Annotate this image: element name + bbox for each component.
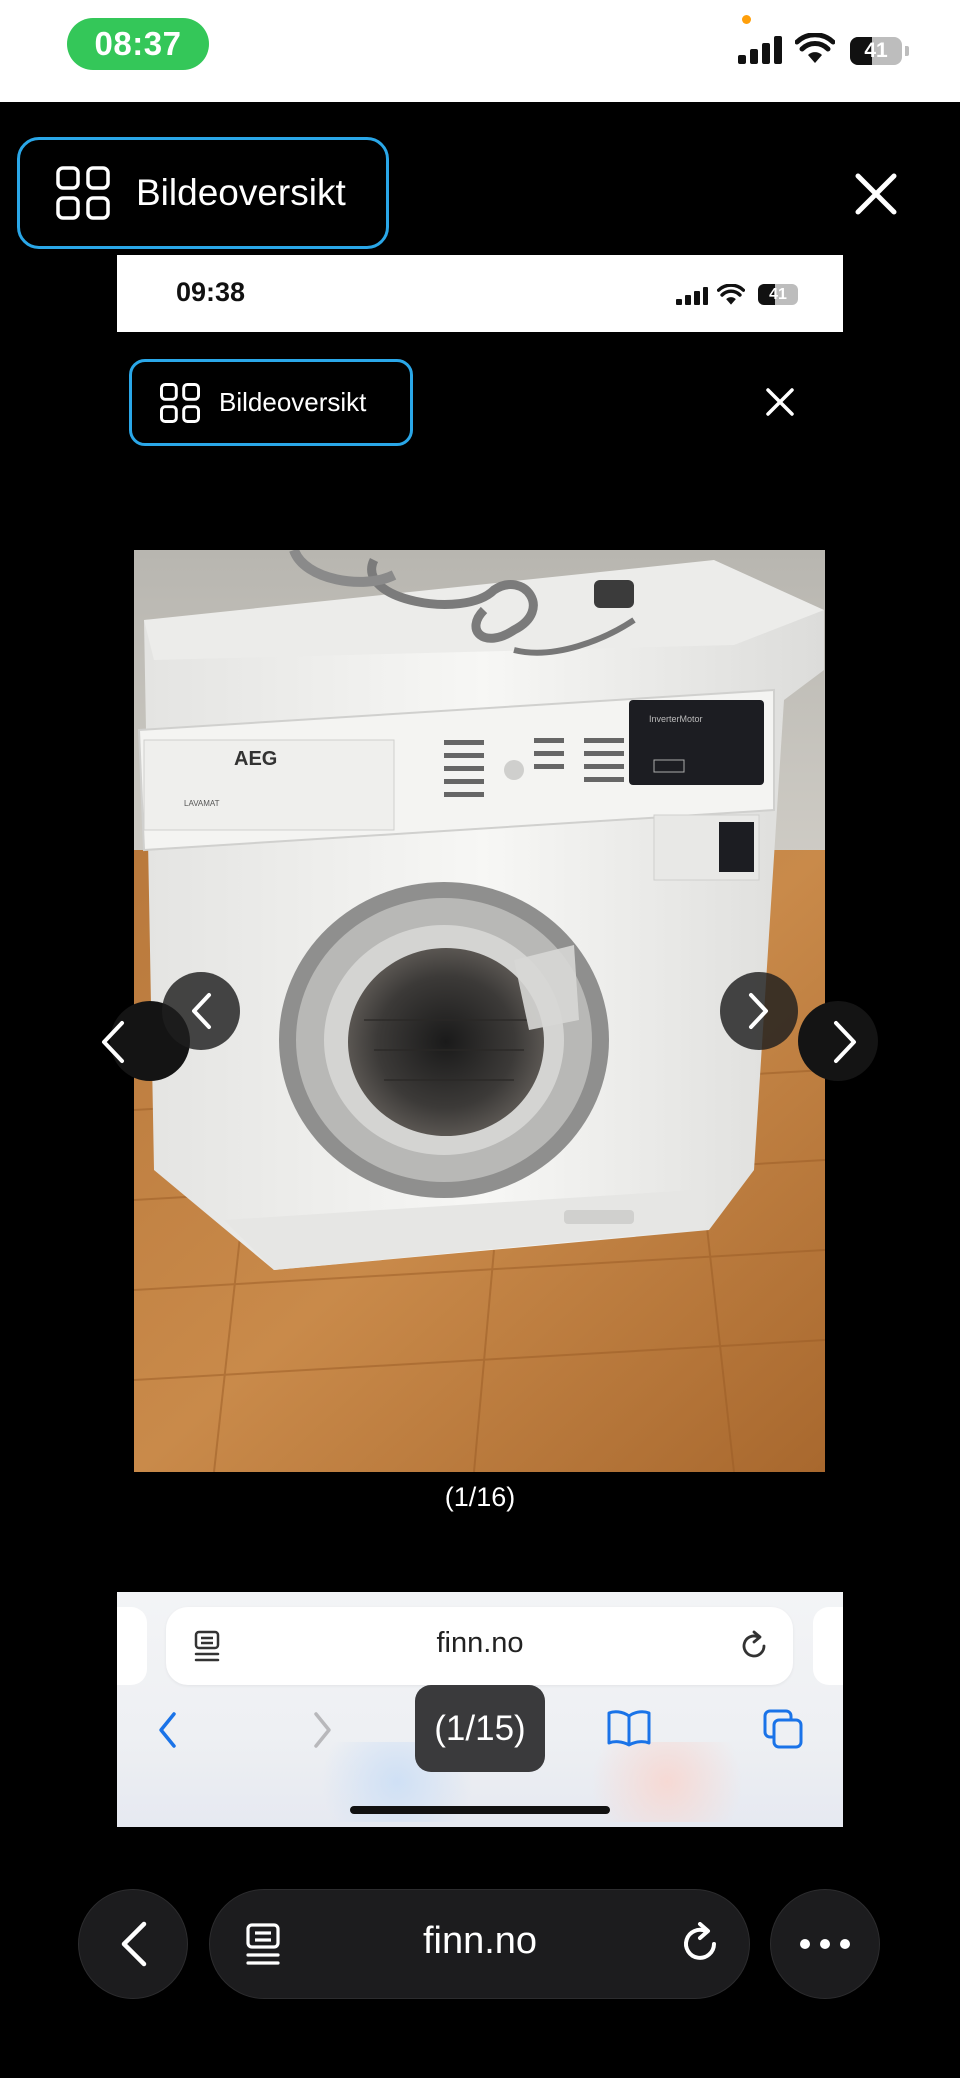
embedded-next-image-button[interactable] — [720, 972, 798, 1050]
chevron-right-icon — [834, 1021, 856, 1063]
home-indicator — [350, 1806, 610, 1814]
cellular-signal-icon — [738, 36, 782, 64]
reader-icon[interactable] — [245, 1922, 285, 1966]
image-counter: (1/16) — [444, 1482, 516, 1512]
next-image-button[interactable] — [798, 995, 890, 1087]
embedded-wifi-icon — [717, 284, 745, 305]
embedded-battery-level: 41 — [769, 285, 787, 303]
chevron-right-icon — [749, 993, 768, 1029]
tab-counter-badge: (1/15) — [415, 1685, 545, 1772]
embedded-image-overview-label: Bildeoversikt — [219, 387, 367, 417]
reload-icon[interactable] — [678, 1922, 722, 1966]
battery-cap — [905, 46, 909, 56]
embedded-signal-icon — [676, 287, 708, 305]
battery-level: 41 — [864, 39, 888, 62]
image-overview-label: Bildeoversikt — [136, 172, 346, 213]
more-button[interactable] — [770, 1889, 880, 1999]
tabs-icon[interactable] — [762, 1708, 804, 1750]
more-icon — [800, 1939, 850, 1949]
embedded-close-icon[interactable] — [764, 386, 796, 418]
privacy-indicator-dot — [742, 15, 751, 24]
embedded-status-time: 09:38 — [176, 277, 246, 307]
prev-image-button[interactable] — [70, 995, 190, 1087]
embedded-prev-image-button[interactable] — [162, 972, 240, 1050]
url-text: finn.no — [422, 1920, 538, 1962]
back-icon — [121, 1921, 147, 1967]
reload-icon[interactable] — [738, 1630, 770, 1662]
back-button[interactable] — [78, 1889, 188, 1999]
reader-icon[interactable] — [194, 1630, 224, 1662]
chevron-left-icon — [102, 1021, 124, 1063]
panel-text: InverterMotor — [649, 714, 703, 724]
brand-text: AEG — [234, 748, 277, 770]
bookmarks-icon[interactable] — [606, 1708, 652, 1748]
embedded-battery-icon: 41 — [758, 284, 798, 305]
wifi-icon — [795, 33, 835, 63]
battery-icon: 41 — [850, 37, 902, 65]
grid-icon — [160, 382, 200, 423]
grid-icon — [56, 166, 110, 220]
embedded-url-text: finn.no — [436, 1627, 524, 1659]
status-time: 08:37 — [67, 18, 209, 70]
close-icon[interactable] — [852, 170, 900, 218]
embedded-image-overview-button[interactable]: Bildeoversikt — [129, 359, 413, 446]
browser-back-icon[interactable] — [156, 1710, 178, 1750]
chevron-left-icon — [192, 993, 211, 1029]
image-overview-button[interactable]: Bildeoversikt — [17, 137, 389, 249]
model-text: LAVAMAT — [184, 799, 220, 808]
browser-forward-icon[interactable] — [312, 1710, 334, 1750]
